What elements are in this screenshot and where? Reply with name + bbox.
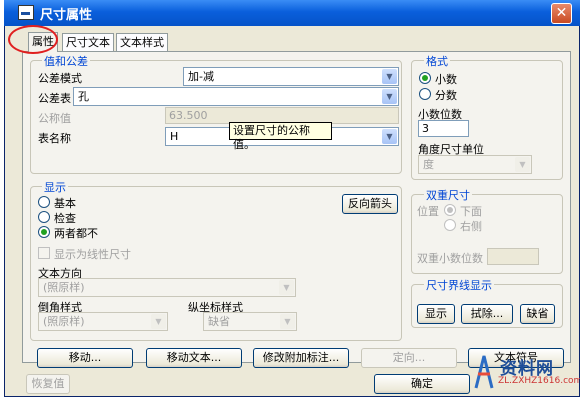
witness-erase-button[interactable]: 拭除... <box>461 304 513 324</box>
radio-decimal-label: 小数 <box>435 73 457 86</box>
tolerance-table-value: 孔 <box>78 90 89 103</box>
modify-attach-note-button[interactable]: 修改附加标注... <box>253 348 349 368</box>
chevron-down-icon: ▼ <box>515 157 530 172</box>
restore-button: 恢复值 <box>26 374 70 394</box>
chevron-down-icon: ▼ <box>382 89 397 104</box>
angle-unit-select: 度 ▼ <box>418 155 532 174</box>
dual-dimension-legend: 双重尺寸 <box>424 187 472 203</box>
tolerance-table-label: 公差表 <box>38 92 71 105</box>
radio-fraction-label: 分数 <box>435 89 457 102</box>
dual-decimal-label: 双重小数位数 <box>417 252 483 265</box>
flip-arrows-button[interactable]: 反向箭头 <box>342 194 398 214</box>
text-direction-select: (照原样) ▼ <box>38 278 296 297</box>
move-button[interactable]: 移动... <box>37 348 133 368</box>
radio-basic-label: 基本 <box>54 197 76 210</box>
radio-below <box>444 204 456 216</box>
witness-line-legend: 尺寸界线显示 <box>424 277 494 293</box>
radio-decimal[interactable] <box>419 72 431 84</box>
radio-right-label: 右侧 <box>460 220 482 233</box>
tolerance-mode-value: 加-减 <box>188 70 214 83</box>
ok-button[interactable]: 确定 <box>374 374 470 394</box>
text-direction-value: (照原样) <box>43 281 85 294</box>
chevron-down-icon: ▼ <box>382 129 397 144</box>
window-title: 尺寸属性 <box>40 8 93 23</box>
ordinate-style-select: 缺省 ▼ <box>203 312 297 331</box>
radio-inspection[interactable] <box>38 211 50 223</box>
linear-checkbox <box>38 247 50 259</box>
witness-show-button[interactable]: 显示 <box>417 304 455 324</box>
radio-neither[interactable] <box>38 226 50 238</box>
annotation-circle <box>8 25 58 54</box>
dual-decimal-input <box>487 248 539 265</box>
decimal-places-input[interactable]: 3 <box>418 120 469 137</box>
app-icon <box>18 5 34 20</box>
table-name-value: H <box>170 130 179 143</box>
orient-button: 定向... <box>361 348 457 368</box>
dual-position-label: 位置 <box>417 205 439 218</box>
tolerance-table-select[interactable]: 孔 ▼ <box>73 87 399 106</box>
chevron-down-icon: ▼ <box>382 69 397 84</box>
watermark-logo <box>474 355 494 389</box>
radio-inspection-label: 检查 <box>54 212 76 225</box>
tab-text-style[interactable]: 文本样式 <box>116 33 168 51</box>
tolerance-mode-select[interactable]: 加-减 ▼ <box>183 67 399 86</box>
radio-fraction[interactable] <box>419 88 431 100</box>
chevron-down-icon: ▼ <box>280 314 295 329</box>
close-button[interactable]: ✕ <box>551 3 572 24</box>
display-group-legend: 显示 <box>42 179 68 195</box>
chamfer-style-select: (照原样) ▼ <box>38 312 168 331</box>
format-group-legend: 格式 <box>424 53 450 69</box>
radio-neither-label: 两者都不 <box>54 227 98 240</box>
radio-basic[interactable] <box>38 196 50 208</box>
move-text-button[interactable]: 移动文本... <box>146 348 242 368</box>
watermark-url: ZL.ZXHZ1616.com <box>498 376 580 386</box>
witness-default-button[interactable]: 缺省 <box>520 304 555 324</box>
chevron-down-icon: ▼ <box>279 280 294 295</box>
radio-right <box>444 219 456 231</box>
ordinate-style-value: 缺省 <box>208 315 230 328</box>
angle-unit-value: 度 <box>423 158 434 171</box>
chevron-down-icon: ▼ <box>151 314 166 329</box>
tolerance-mode-label: 公差模式 <box>38 72 82 85</box>
table-name-label: 表名称 <box>38 132 71 145</box>
tooltip: 设置尺寸的公称值。 <box>229 122 332 151</box>
nominal-label: 公称值 <box>38 112 71 125</box>
chamfer-style-value: (照原样) <box>43 315 85 328</box>
radio-below-label: 下面 <box>460 205 482 218</box>
values-group-legend: 值和公差 <box>42 53 90 69</box>
tab-dimension-text[interactable]: 尺寸文本 <box>62 33 114 51</box>
linear-checkbox-label: 显示为线性尺寸 <box>54 248 131 261</box>
